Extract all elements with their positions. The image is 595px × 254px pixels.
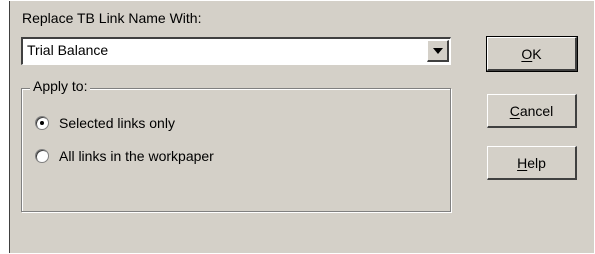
link-name-combobox[interactable]: Trial Balance	[21, 37, 451, 65]
radio-all-links[interactable]: All links in the workpaper	[35, 148, 214, 164]
radio-selected-links[interactable]: Selected links only	[35, 115, 175, 131]
radio-dot-icon	[40, 121, 44, 125]
ok-button[interactable]: OK	[486, 36, 578, 72]
help-label-rest: elp	[527, 154, 546, 171]
cancel-button[interactable]: Cancel	[487, 94, 577, 128]
chevron-down-icon	[432, 47, 443, 54]
help-button[interactable]: Help	[487, 146, 577, 180]
radio-button-unchecked[interactable]	[35, 149, 49, 163]
combo-dropdown-button[interactable]	[427, 40, 449, 62]
ok-mnemonic: O	[521, 45, 533, 62]
radio-label-selected-links: Selected links only	[59, 115, 175, 131]
radio-button-checked[interactable]	[35, 116, 49, 130]
replace-name-label: Replace TB Link Name With:	[22, 10, 202, 26]
help-mnemonic: H	[517, 154, 528, 171]
ok-label-rest: K	[532, 45, 542, 62]
combo-value: Trial Balance	[27, 42, 109, 58]
replace-link-dialog: Replace TB Link Name With: Trial Balance…	[9, 1, 595, 253]
radio-label-all-links: All links in the workpaper	[59, 148, 214, 164]
apply-to-title: Apply to:	[30, 78, 91, 94]
cancel-label-rest: ancel	[519, 102, 554, 119]
cancel-mnemonic: C	[509, 102, 520, 119]
